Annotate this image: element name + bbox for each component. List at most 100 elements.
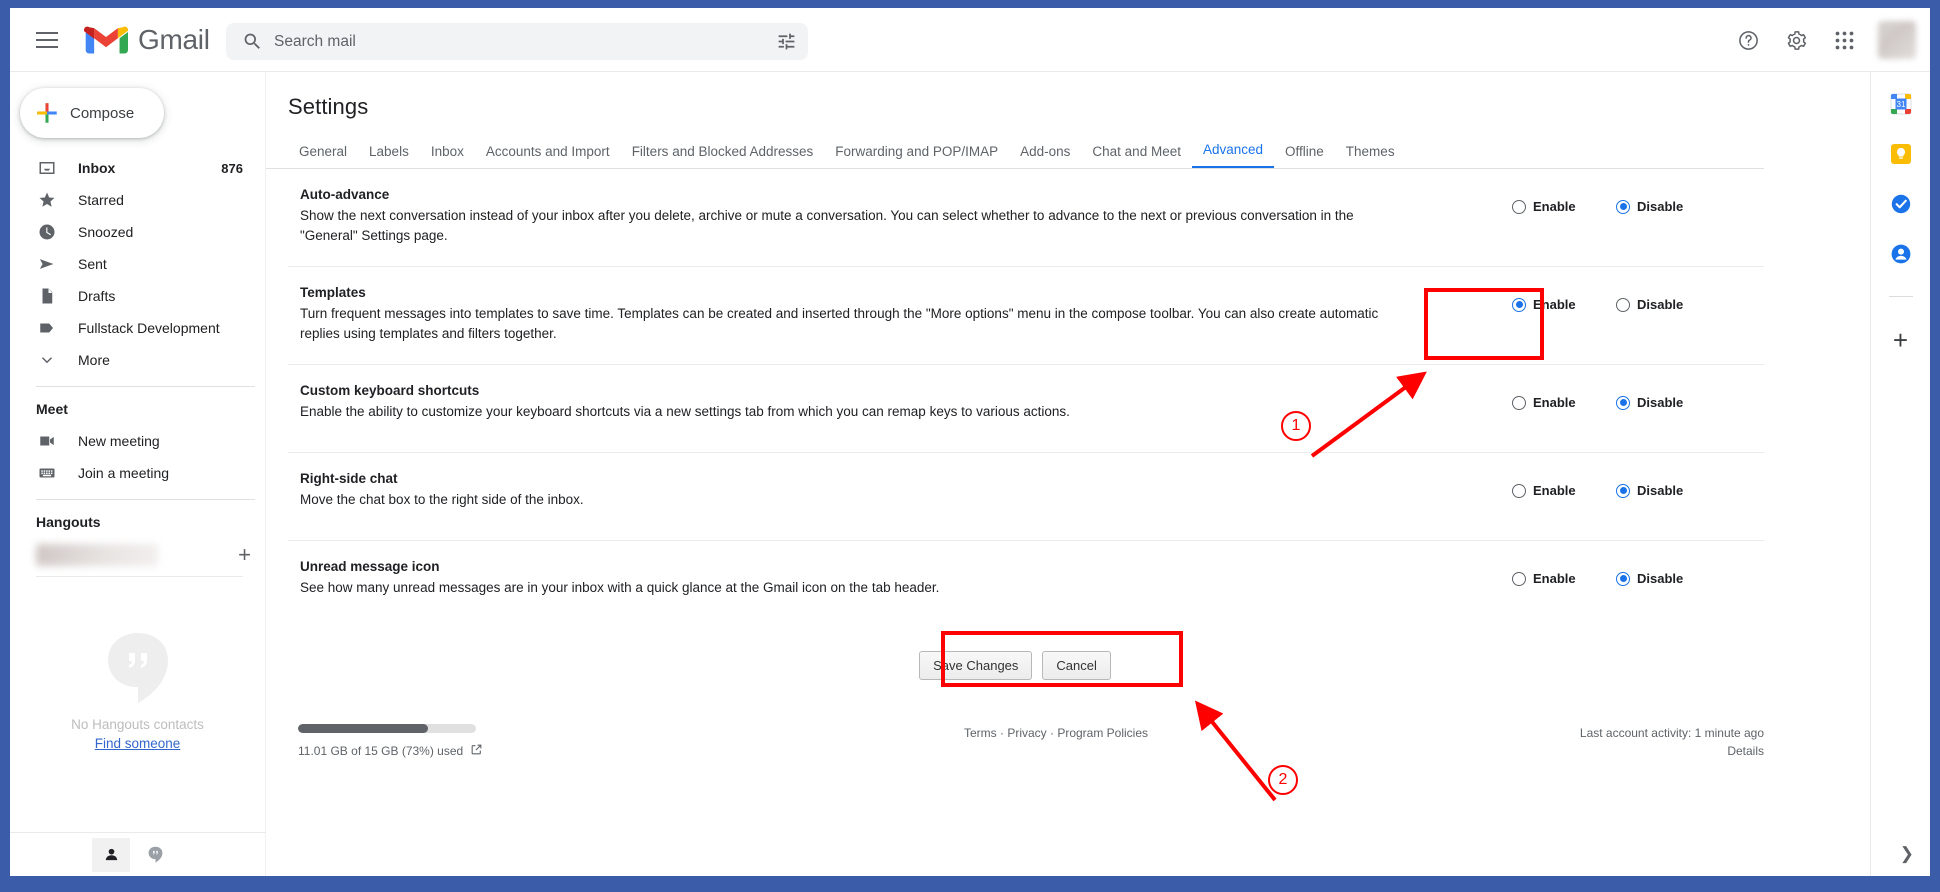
sidebar-item-label: More [78, 352, 110, 368]
details-link[interactable]: Details [1464, 744, 1764, 758]
search-input[interactable] [272, 23, 764, 60]
sidebar-item-sent[interactable]: Sent [10, 248, 255, 280]
hangouts-empty-state: No Hangouts contacts Find someone [10, 629, 265, 751]
tab-add-ons[interactable]: Add-ons [1009, 144, 1081, 168]
sidebar-item-fullstack-development[interactable]: Fullstack Development [10, 312, 255, 344]
radio-button [1616, 297, 1630, 312]
radio-enable-templates[interactable]: Enable [1512, 297, 1600, 312]
search-options-icon[interactable] [764, 23, 808, 60]
radio-enable-custom-keyboard-shortcuts[interactable]: Enable [1512, 395, 1600, 410]
side-panel-divider [1888, 296, 1913, 297]
sidebar-nav-list: Inbox 876 Starred Snoozed Sent Drafts Fu… [10, 152, 265, 376]
radio-button [1512, 483, 1526, 498]
hangouts-quote-bubble-icon [107, 633, 168, 703]
plus-icon[interactable]: + [238, 544, 251, 566]
radio-label: Enable [1533, 395, 1576, 410]
sidebar-item-label: Inbox [78, 160, 116, 176]
sidebar-item-inbox[interactable]: Inbox 876 [10, 152, 255, 184]
sidebar-item-starred[interactable]: Starred [10, 184, 255, 216]
hamburger-menu-icon[interactable] [24, 17, 70, 63]
tab-general[interactable]: General [288, 144, 358, 168]
sidebar-item-label: Join a meeting [78, 465, 170, 481]
keyboard-icon [36, 464, 58, 482]
settings-actions: Save Changes Cancel [266, 629, 1764, 690]
search-bar[interactable] [226, 23, 808, 60]
label-tag-icon [36, 319, 58, 337]
radio-disable-auto-advance[interactable]: Disable [1616, 199, 1704, 214]
setting-description: Move the chat box to the right side of t… [300, 492, 584, 507]
gear-icon[interactable] [1774, 18, 1818, 62]
tab-themes[interactable]: Themes [1335, 144, 1406, 168]
google-contacts-icon[interactable] [1889, 242, 1913, 266]
terms-link[interactable]: Terms [964, 726, 997, 740]
tab-labels[interactable]: Labels [358, 144, 420, 168]
compose-plus-icon [37, 103, 57, 123]
radio-disable-templates[interactable]: Disable [1616, 297, 1704, 312]
sidebar-item-label: Sent [78, 256, 107, 272]
sidebar-item-more[interactable]: More [10, 344, 255, 376]
tab-advanced[interactable]: Advanced [1191, 142, 1275, 168]
radio-label: Enable [1533, 297, 1576, 312]
setting-title: Auto-advance [300, 187, 390, 202]
google-calendar-icon[interactable]: 31 [1889, 92, 1913, 116]
sidebar-item-join-a-meeting[interactable]: Join a meeting [10, 457, 255, 489]
cancel-button[interactable]: Cancel [1042, 651, 1111, 680]
clock-icon [36, 223, 58, 241]
sidebar-item-snoozed[interactable]: Snoozed [10, 216, 255, 248]
program-policies-link[interactable]: Program Policies [1057, 726, 1148, 740]
svg-text:31: 31 [1896, 100, 1905, 109]
save-changes-button[interactable]: Save Changes [919, 651, 1033, 680]
sidebar-item-drafts[interactable]: Drafts [10, 280, 255, 312]
setting-title: Unread message icon [300, 559, 440, 574]
tab-accounts-and-import[interactable]: Accounts and Import [475, 144, 621, 168]
storage-bar-fill [298, 724, 428, 733]
compose-button[interactable]: Compose [20, 88, 164, 138]
gmail-logo[interactable]: Gmail [84, 23, 210, 57]
find-someone-link[interactable]: Find someone [95, 736, 181, 751]
plus-icon[interactable]: + [1893, 327, 1908, 353]
hangouts-section-title: Hangouts [36, 514, 101, 530]
radio-button [1616, 571, 1630, 586]
inbox-icon [36, 159, 58, 177]
google-keep-icon[interactable] [1889, 142, 1913, 166]
sidebar-item-label: Snoozed [78, 224, 134, 240]
tab-chat-and-meet[interactable]: Chat and Meet [1081, 144, 1192, 168]
help-circle-icon[interactable] [1726, 18, 1770, 62]
avatar[interactable] [1878, 21, 1916, 59]
setting-title: Templates [300, 285, 366, 300]
inbox-unread-count: 876 [221, 160, 243, 176]
radio-enable-right-side-chat[interactable]: Enable [1512, 483, 1600, 498]
tab-forwarding-and-pop-imap[interactable]: Forwarding and POP/IMAP [824, 144, 1009, 168]
search-icon[interactable] [232, 23, 272, 60]
settings-main: Settings General Labels Inbox Accounts a… [266, 72, 1854, 876]
radio-disable-right-side-chat[interactable]: Disable [1616, 483, 1704, 498]
radio-disable-custom-keyboard-shortcuts[interactable]: Disable [1616, 395, 1704, 410]
send-icon [36, 255, 58, 273]
hangouts-account-row[interactable]: + [10, 538, 251, 572]
radio-enable-auto-advance[interactable]: Enable [1512, 199, 1600, 214]
google-tasks-icon[interactable] [1889, 192, 1913, 216]
annotation-marker-1: 1 [1281, 411, 1311, 441]
radio-enable-unread-message-icon[interactable]: Enable [1512, 571, 1600, 586]
tab-filters-and-blocked-addresses[interactable]: Filters and Blocked Addresses [621, 144, 825, 168]
privacy-link[interactable]: Privacy [1007, 726, 1046, 740]
tab-offline[interactable]: Offline [1274, 144, 1335, 168]
radio-disable-unread-message-icon[interactable]: Disable [1616, 571, 1704, 586]
sidebar-item-label: Fullstack Development [78, 320, 220, 336]
link-sep-1: · [996, 726, 1008, 740]
sidebar-item-new-meeting[interactable]: New meeting [10, 425, 255, 457]
gmail-m-logo-icon [84, 26, 128, 54]
gmail-wordmark: Gmail [138, 23, 210, 55]
open-in-new-icon[interactable] [470, 743, 483, 759]
settings-tabs: General Labels Inbox Accounts and Import… [266, 120, 1764, 169]
side-panel: 31 + ❯ [1870, 72, 1930, 876]
tab-inbox[interactable]: Inbox [420, 144, 475, 168]
hangouts-account-name [36, 544, 158, 566]
setting-row-custom-keyboard-shortcuts: Custom keyboard shortcuts Enable the abi… [288, 365, 1764, 453]
storage-bar [298, 724, 476, 733]
google-apps-grid-icon[interactable] [1822, 18, 1866, 62]
radio-label: Enable [1533, 483, 1576, 498]
chevron-right-icon[interactable]: ❯ [1900, 844, 1914, 864]
contacts-person-icon[interactable] [92, 837, 130, 872]
hangouts-icon[interactable] [136, 838, 174, 872]
